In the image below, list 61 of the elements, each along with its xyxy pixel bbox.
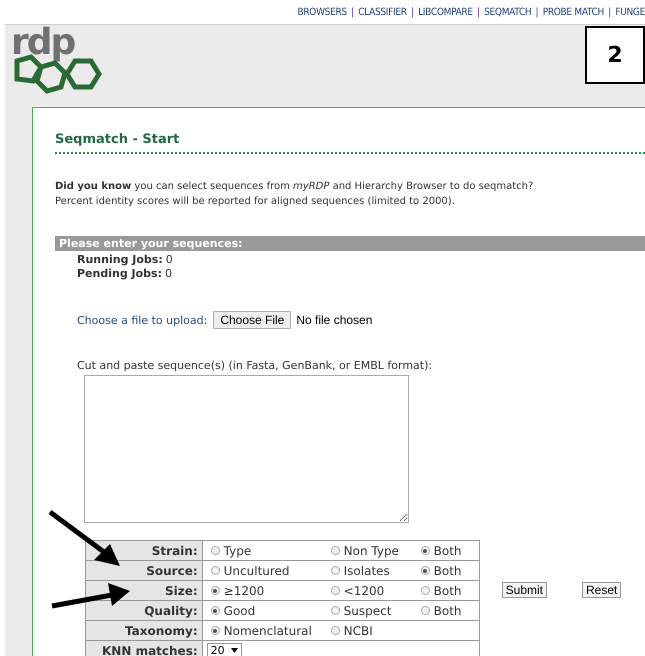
radio-label: Both [434, 584, 462, 598]
step-number: 2 [585, 26, 645, 84]
radio-button[interactable] [420, 586, 430, 595]
job-label: Pending Jobs: [77, 267, 162, 280]
radio-label: Isolates [344, 564, 390, 578]
radio-button[interactable] [420, 566, 430, 575]
radio-button[interactable] [330, 546, 340, 555]
radio-button[interactable] [330, 566, 340, 575]
radio-label: Suspect [344, 604, 392, 618]
matches-dropdown[interactable]: 20 [206, 643, 242, 656]
radio-label: <1200 [344, 584, 384, 598]
form-button[interactable]: Submit [502, 582, 547, 598]
option-label: Source: [86, 560, 202, 580]
radio-button[interactable] [210, 546, 220, 555]
option-label: Quality: [86, 600, 202, 620]
info-text: Percent identity scores will be reported for aligned sequences (limited to 2000). [55, 195, 456, 209]
choose-file-button[interactable]: Choose File [213, 311, 292, 329]
radio-label: Non Type [344, 544, 399, 558]
job-count: 0 [166, 253, 173, 266]
radio-button[interactable] [330, 626, 340, 635]
radio-label: Uncultured [224, 564, 290, 578]
paste-label: Cut and paste sequence(s) (in Fasta, GenBank, or EMBL format): [76, 359, 434, 372]
page-title: Seqmatch - Start [55, 132, 645, 154]
job-label: Running Jobs: [77, 253, 163, 266]
radio-button[interactable] [210, 606, 220, 615]
nav-link[interactable]: BROWSERS [297, 6, 347, 18]
option-label: KNN matches: [86, 640, 202, 656]
radio-button[interactable] [420, 606, 430, 615]
radio-label: Both [434, 604, 462, 618]
radio-label: Type [224, 544, 252, 558]
nav-link[interactable]: SEQMATCH [484, 6, 532, 18]
nav-separator: | [476, 6, 480, 18]
logo-text: rdp [11, 23, 74, 63]
radio-button[interactable] [210, 566, 220, 575]
radio-label: ≥1200 [224, 584, 264, 598]
file-status: No file chosen [296, 313, 372, 327]
radio-button[interactable] [420, 546, 430, 555]
form-button[interactable]: Reset [582, 582, 622, 598]
job-count: 0 [165, 267, 172, 280]
upload-label: Choose a file to upload: [77, 314, 208, 326]
radio-button[interactable] [210, 626, 220, 635]
nav-link[interactable]: CLASSIFIER [358, 6, 407, 18]
nav-link[interactable]: LIBCOMPARE [418, 6, 473, 18]
radio-button[interactable] [330, 606, 340, 615]
radio-button[interactable] [330, 586, 340, 595]
radio-label: Good [224, 604, 256, 618]
nav-link[interactable]: PROBE MATCH [542, 6, 604, 18]
radio-label: NCBI [344, 624, 373, 638]
radio-button[interactable] [210, 586, 220, 595]
nav-separator: | [350, 6, 354, 18]
nav-separator: | [535, 6, 539, 18]
radio-label: Both [434, 564, 462, 578]
nav-separator: | [410, 6, 414, 18]
section-header: Please enter your sequences: [55, 236, 645, 251]
info-text: Did you know you can select sequences from myRDP and Hierarchy Browser to do seqmatch? [55, 180, 534, 194]
nav-link[interactable]: FUNGE [615, 6, 645, 18]
caret-icon [230, 648, 238, 653]
radio-label: Nomenclatural [224, 624, 312, 638]
option-label: Taxonomy: [86, 620, 202, 640]
radio-label: Both [434, 544, 462, 558]
nav-separator: | [608, 6, 612, 18]
